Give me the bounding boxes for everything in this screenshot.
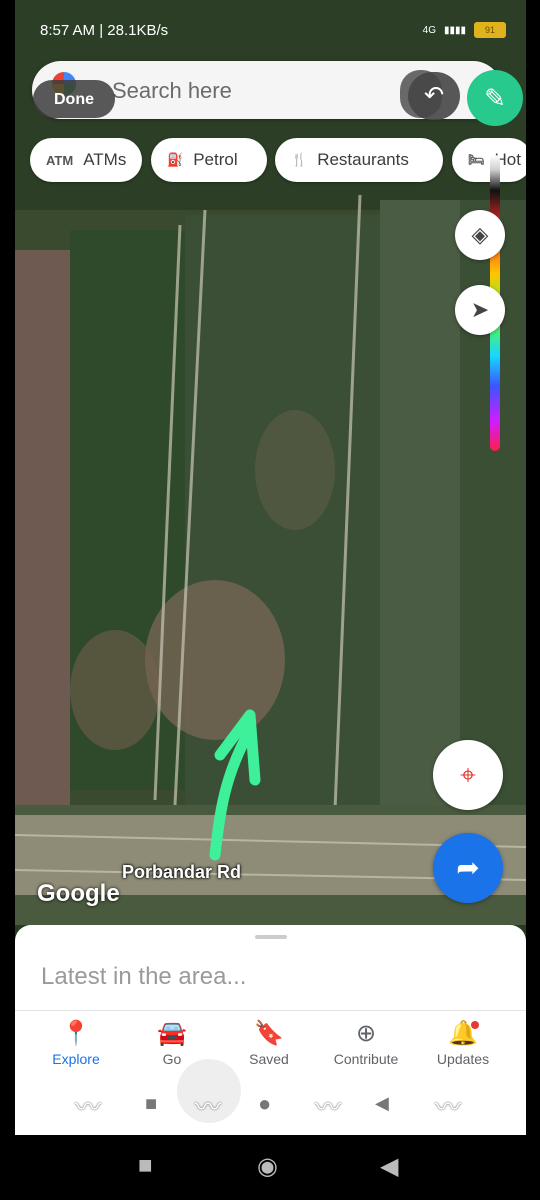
pen-icon[interactable]: ✎: [467, 70, 523, 126]
signal-icon: ▮▮▮▮: [443, 24, 466, 36]
chip-label: Restaurants: [317, 150, 409, 169]
google-attribution: Google: [37, 880, 120, 907]
nav-label: Updates: [436, 1051, 490, 1067]
back-triangle-icon[interactable]: ◀: [375, 1093, 389, 1114]
drawing-toolbar: 〰 ■ 〰 ● 〰 ◀ 〰: [15, 1059, 526, 1135]
chip-petrol[interactable]: ⛽ Petrol: [151, 138, 267, 182]
nav-label: Contribute: [333, 1051, 399, 1067]
sheet-title: Latest in the area...: [41, 963, 247, 990]
my-location-icon[interactable]: ⌖: [433, 740, 503, 810]
compass-icon[interactable]: ➤: [455, 285, 505, 335]
nav-saved[interactable]: 🔖 Saved: [221, 1011, 317, 1081]
undo-icon[interactable]: ↶: [408, 72, 460, 120]
chip-label: ATMs: [83, 150, 127, 169]
atm-icon: ATM: [46, 152, 74, 168]
directions-icon[interactable]: ➦: [433, 833, 503, 903]
status-icons: 4G ▮▮▮▮ 91: [423, 22, 506, 38]
search-input[interactable]: Search here: [112, 78, 232, 104]
layers-icon[interactable]: ◈: [455, 210, 505, 260]
chip-hotels[interactable]: 🛏 Hot: [452, 138, 526, 182]
home-icon[interactable]: ◉: [257, 1152, 278, 1181]
chip-restaurants[interactable]: 🍴 Restaurants: [275, 138, 443, 182]
brush-icon[interactable]: 〰: [75, 1087, 101, 1124]
road-label: Porbandar Rd: [122, 862, 242, 882]
bell-icon: 🔔: [448, 1020, 478, 1047]
restaurant-icon: 🍴: [291, 152, 308, 167]
system-navigation-bar: ■ ◉ ◀: [0, 1135, 540, 1200]
app-screen: Porbandar Rd Google 8:57 AM | 28.1KB/s 4…: [15, 0, 526, 1135]
back-icon[interactable]: ◀: [380, 1152, 398, 1181]
spray-icon[interactable]: 〰: [435, 1087, 461, 1124]
chip-atms[interactable]: ATM ATMs: [30, 138, 142, 182]
nav-label: Saved: [249, 1051, 289, 1067]
nav-updates[interactable]: 🔔 Updates: [415, 1011, 511, 1081]
commute-icon: 🚘: [157, 1020, 187, 1047]
status-bar: 8:57 AM | 28.1KB/s 4G ▮▮▮▮ 91: [15, 0, 526, 60]
done-button[interactable]: Done: [33, 80, 115, 118]
hotel-icon: 🛏: [468, 152, 485, 167]
stop-icon[interactable]: ■: [145, 1093, 157, 1116]
brush-selected-icon[interactable]: 〰: [195, 1087, 221, 1124]
chip-label: Petrol: [193, 150, 238, 169]
battery-icon: 91: [474, 22, 506, 38]
fuel-icon: ⛽: [167, 152, 184, 167]
bottom-navigation: 📍 Explore 🚘 Go 🔖 Saved ⊕ Contribute 🔔 Up…: [15, 1010, 526, 1081]
location-pin-icon: 📍: [61, 1020, 91, 1047]
nav-label: Explore: [52, 1051, 100, 1067]
network-label: 4G: [422, 24, 436, 36]
home-circle-icon[interactable]: ●: [258, 1091, 271, 1117]
category-chips: ATM ATMs ⛽ Petrol 🍴 Restaurants 🛏 Hot: [30, 138, 526, 184]
notification-dot: [471, 1021, 479, 1029]
recents-icon[interactable]: ■: [138, 1152, 153, 1180]
nav-explore[interactable]: 📍 Explore: [28, 1011, 124, 1081]
nav-contribute[interactable]: ⊕ Contribute: [318, 1011, 414, 1081]
bookmark-icon: 🔖: [254, 1020, 284, 1047]
status-time: 8:57 AM | 28.1KB/s: [40, 22, 169, 39]
add-circle-icon: ⊕: [355, 1020, 377, 1047]
sheet-handle[interactable]: [255, 935, 287, 939]
marker-icon[interactable]: 〰: [315, 1087, 341, 1124]
